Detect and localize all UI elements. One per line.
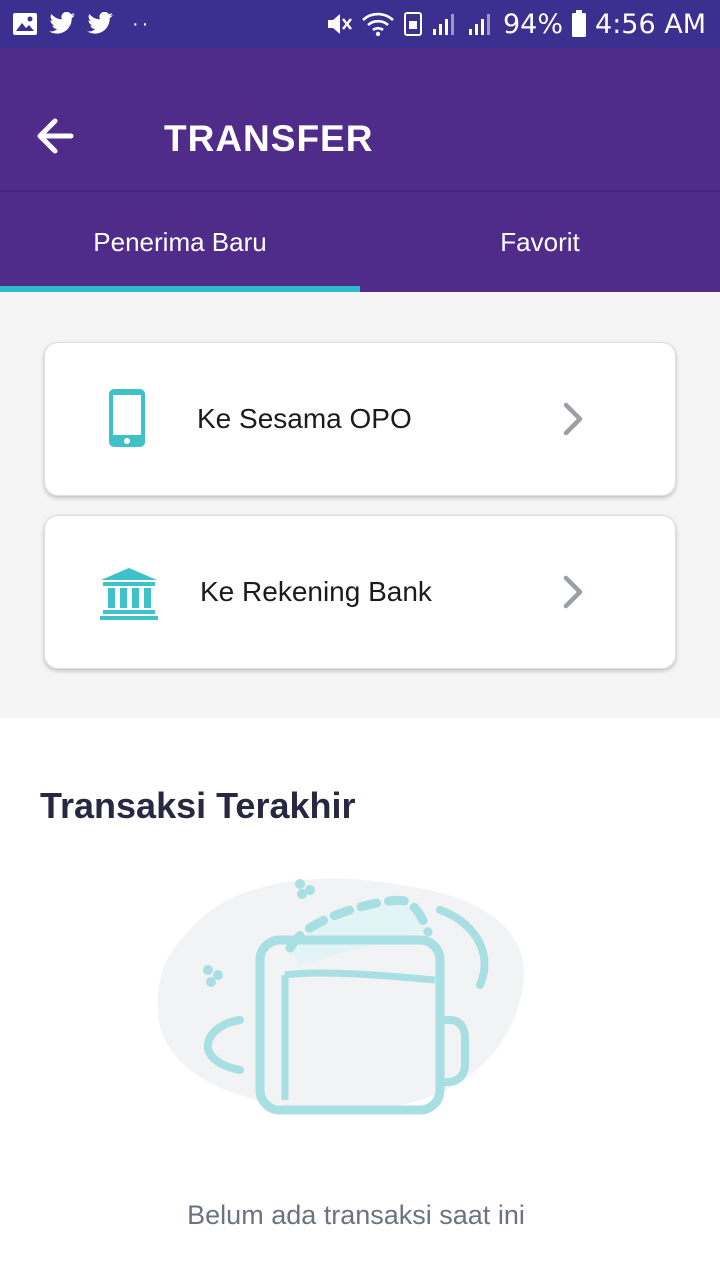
back-button[interactable] xyxy=(30,114,80,158)
bank-icon xyxy=(100,568,158,620)
twitter-icon xyxy=(87,12,113,34)
section-title: Transaksi Terakhir xyxy=(40,785,356,826)
app-bar: TRANSFER xyxy=(0,48,720,190)
phone-icon xyxy=(109,389,145,447)
wifi-icon xyxy=(362,12,394,37)
tab-favorit[interactable]: Favorit xyxy=(360,192,720,292)
empty-state-text: Belum ada transaksi saat ini xyxy=(187,1200,525,1230)
clock: 4:56 AM xyxy=(595,8,706,40)
page-title: TRANSFER xyxy=(164,118,374,159)
option-sesama-opo[interactable]: Ke Sesama OPO xyxy=(44,342,676,496)
tab-penerima-baru[interactable]: Penerima Baru xyxy=(0,192,360,292)
battery-percent: 94% xyxy=(503,8,564,40)
chevron-right-icon xyxy=(563,575,583,609)
gallery-icon xyxy=(13,13,37,35)
battery-icon xyxy=(572,10,587,37)
option-label: Ke Sesama OPO xyxy=(197,403,412,434)
option-rekening-bank[interactable]: Ke Rekening Bank xyxy=(44,515,676,669)
signal-icon xyxy=(433,14,454,35)
transfer-options: Ke Sesama OPO Ke Rekening Bank xyxy=(0,292,720,718)
tab-label: Favorit xyxy=(500,226,580,257)
option-label: Ke Rekening Bank xyxy=(200,576,432,607)
chevron-right-icon xyxy=(563,402,583,436)
more-notifications-icon: ·· xyxy=(132,12,152,35)
back-arrow-icon xyxy=(37,118,74,154)
twitter-icon xyxy=(49,12,75,34)
empty-wallet-illustration xyxy=(157,878,524,1115)
signal-icon xyxy=(469,14,490,35)
hd-call-icon xyxy=(404,12,422,36)
mute-icon xyxy=(328,14,352,34)
tab-bar: Penerima Baru Favorit xyxy=(0,192,720,292)
status-bar: ·· 94% 4:56 AM xyxy=(0,0,720,48)
tab-label: Penerima Baru xyxy=(93,226,267,257)
